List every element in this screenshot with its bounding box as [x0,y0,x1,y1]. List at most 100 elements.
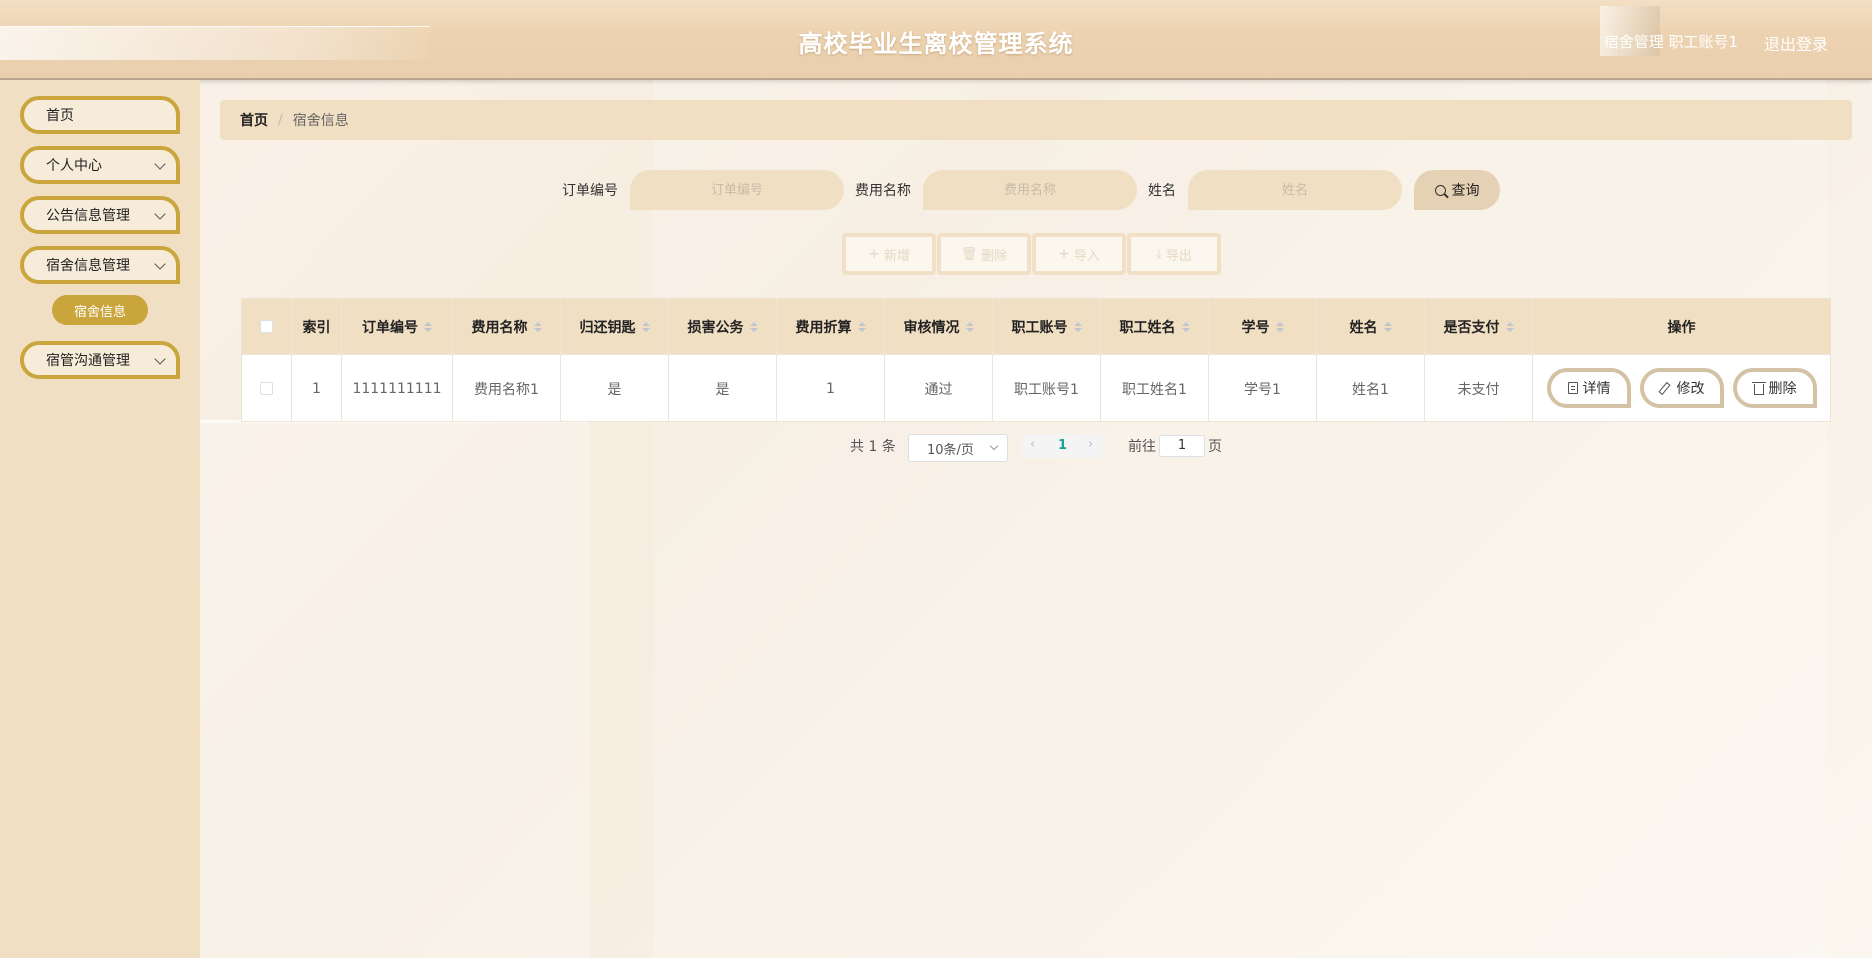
breadcrumb-current: 宿舍信息 [292,113,349,129]
sort-icon[interactable] [857,321,866,332]
download-icon: ⤓ [1156,246,1162,262]
export-button-label: 导出 [1165,248,1192,264]
table-cell: 是 [561,354,669,422]
trash-icon [1751,381,1766,395]
edit-button[interactable]: 修改 [1640,368,1724,408]
data-table: 索引 订单编号 费用名称 归还钥匙 损害公务 费用折算 审核情况 职工账号 职工… [241,298,1831,422]
sort-icon[interactable] [1275,321,1284,332]
add-button-label: 新增 [883,248,910,264]
sort-icon[interactable] [1505,321,1514,332]
sidebar-item-home[interactable]: 首页 [20,96,180,134]
batch-delete-button[interactable]: 🗑 删除 [937,233,1031,275]
column-header[interactable]: 订单编号 [342,299,453,354]
column-header-label: 操作 [1667,319,1696,336]
column-header[interactable]: 是否支付 [1425,299,1533,354]
delete-button-label: 删除 [1768,381,1797,397]
row-select-cell [242,354,292,422]
export-button[interactable]: ⤓ 导出 [1127,233,1221,275]
column-header-label: 订单编号 [362,319,418,336]
detail-button-label: 详情 [1582,381,1611,397]
table-cell: 1 [777,354,885,422]
sidebar-item-dorm-management[interactable]: 宿舍信息管理 [20,246,180,284]
document-icon [1567,382,1578,394]
goto-label: 前往 [1128,439,1156,455]
column-header-label: 职工账号 [1011,319,1068,336]
sidebar-item-label: 宿舍信息管理 [46,258,130,274]
edit-icon [1660,382,1672,394]
sort-icon[interactable] [1181,321,1190,332]
column-header-label: 归还钥匙 [579,319,636,336]
page-suffix: 页 [1208,439,1222,455]
breadcrumb: 首页 / 宿舍信息 [220,100,1852,140]
table-row: 1 1111111111 费用名称1 是 是 1 通过 职工账号1 职工姓名1 … [242,354,1830,422]
column-header[interactable]: 损害公务 [669,299,777,354]
table-cell: 费用名称1 [453,354,561,422]
goto-page-input[interactable]: 1 [1159,435,1205,457]
logout-link[interactable]: 退出登录 [1764,31,1828,55]
chevron-down-icon [154,158,166,170]
column-header[interactable]: 职工姓名 [1101,299,1209,354]
sidebar-item-label: 首页 [46,108,74,124]
column-header-label: 损害公务 [687,319,744,336]
background-panel [200,420,590,958]
sort-icon[interactable] [1383,321,1392,332]
column-header-label: 职工姓名 [1119,319,1176,336]
prev-page-icon[interactable]: ‹ [1030,437,1035,452]
app-title: 高校毕业生离校管理系统 [798,30,1074,58]
search-button-label: 查询 [1451,183,1480,199]
sidebar-item-personal-center[interactable]: 个人中心 [20,146,180,184]
table-cell: 1 [292,354,342,422]
page-size-select[interactable]: 10条/页 [908,434,1008,462]
sidebar-item-label: 宿管沟通管理 [46,353,130,369]
plus-icon: + [1058,246,1070,262]
column-header[interactable]: 费用名称 [453,299,561,354]
top-header: 高校毕业生离校管理系统 宿舍管理 职工账号1 退出登录 [0,0,1872,80]
column-header[interactable]: 姓名 [1317,299,1425,354]
next-page-icon[interactable]: › [1088,437,1093,452]
search-icon [1434,184,1446,196]
delete-button[interactable]: 删除 [1733,368,1817,408]
page-size-value: 10条/页 [927,442,974,458]
order-number-label: 订单编号 [562,183,618,199]
fee-name-input[interactable] [923,170,1137,210]
detail-button[interactable]: 详情 [1547,368,1631,408]
column-header[interactable]: 职工账号 [993,299,1101,354]
import-button[interactable]: + 导入 [1032,233,1126,275]
row-checkbox[interactable] [260,382,273,395]
sidebar: 首页 个人中心 公告信息管理 宿舍信息管理 宿舍信息 宿管沟通管理 [0,80,200,958]
breadcrumb-separator: / [278,112,283,128]
table-cell: 职工姓名1 [1101,354,1209,422]
sidebar-subitem-dorm-info[interactable]: 宿舍信息 [52,295,148,325]
column-header[interactable]: 审核情况 [885,299,993,354]
column-header-label: 姓名 [1349,319,1378,336]
select-all-checkbox[interactable] [260,320,273,333]
add-button[interactable]: + 新增 [842,233,936,275]
pagination-total: 共 1 条 [850,439,896,455]
sidebar-item-dorm-communication[interactable]: 宿管沟通管理 [20,341,180,379]
background-panel [653,80,1826,958]
sort-icon[interactable] [641,321,650,332]
column-header: 索引 [292,299,342,354]
table-cell: 学号1 [1209,354,1317,422]
sort-icon[interactable] [533,321,542,332]
trash-icon: 🗑 [960,246,978,262]
current-user-label: 宿舍管理 职工账号1 [1603,33,1738,51]
table-cell: 1111111111 [342,354,453,422]
search-button[interactable]: 查询 [1414,170,1500,210]
column-header[interactable]: 学号 [1209,299,1317,354]
sort-icon[interactable] [749,321,758,332]
chevron-down-icon [154,208,166,220]
chevron-down-icon [989,441,999,451]
column-header-label: 费用折算 [795,319,852,336]
sort-icon[interactable] [965,321,974,332]
order-number-input[interactable] [630,170,844,210]
current-page[interactable]: 1 [1058,438,1067,453]
sort-icon[interactable] [424,321,432,332]
column-header[interactable]: 归还钥匙 [561,299,669,354]
name-input[interactable] [1188,170,1402,210]
breadcrumb-home[interactable]: 首页 [240,110,268,130]
sort-icon[interactable] [1073,321,1082,332]
sidebar-item-notice-management[interactable]: 公告信息管理 [20,196,180,234]
plus-icon: + [868,246,880,262]
column-header[interactable]: 费用折算 [777,299,885,354]
